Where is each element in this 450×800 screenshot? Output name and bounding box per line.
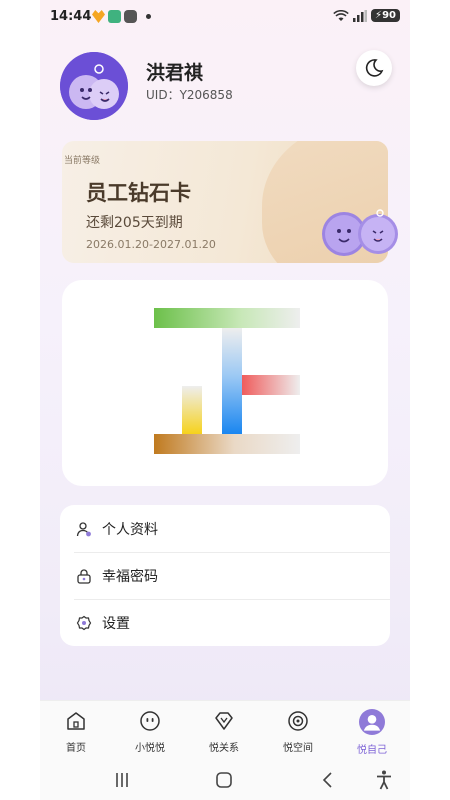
recent-apps-icon[interactable]: [110, 768, 134, 792]
app-notification-icon: [108, 10, 121, 23]
avatar-icon: [359, 709, 385, 735]
app-screen: 14:44 ⚡90 洪君祺 UID：Y206858 当前等级 员工钻石卡 还剩2…: [40, 0, 410, 800]
battery-indicator: ⚡90: [371, 9, 400, 22]
status-bar: 14:44 ⚡90: [40, 0, 410, 34]
nav-label-home: 首页: [66, 743, 86, 754]
nav-item-relations[interactable]: 悦关系: [194, 709, 254, 754]
back-icon[interactable]: [316, 768, 340, 792]
more-dot-icon: [146, 14, 151, 19]
settings-menu: 个人资料 幸福密码 设置: [60, 505, 390, 646]
menu-label-settings: 设置: [102, 615, 130, 632]
user-name: 洪君祺: [146, 62, 204, 84]
menu-label-password: 幸福密码: [102, 568, 158, 585]
nav-label-xiaoyueyue: 小悦悦: [135, 743, 165, 754]
menu-item-settings[interactable]: 设置: [60, 599, 390, 646]
menu-label-profile: 个人资料: [102, 521, 158, 538]
message-icon: [124, 10, 137, 23]
card-title: 员工钻石卡: [86, 181, 191, 205]
diamond-icon: [215, 712, 233, 730]
nav-label-relations: 悦关系: [209, 743, 239, 754]
system-status-icons: ⚡90: [333, 9, 400, 22]
lock-icon: [77, 568, 91, 584]
card-level-label: 当前等级: [64, 156, 101, 166]
menu-item-password[interactable]: 幸福密码: [60, 552, 390, 599]
battery-level: 90: [382, 10, 396, 21]
nav-item-self[interactable]: 悦自己: [342, 709, 402, 756]
accessibility-icon[interactable]: [372, 768, 396, 792]
menu-item-profile[interactable]: 个人资料: [60, 505, 390, 552]
bottom-nav: 首页 小悦悦 悦关系 悦空间 悦自己: [40, 700, 410, 760]
nav-label-self: 悦自己: [357, 745, 387, 756]
nav-label-space: 悦空间: [283, 743, 313, 754]
avatar[interactable]: [60, 52, 128, 120]
notification-icons: [92, 10, 151, 23]
signal-icon: [353, 9, 368, 22]
card-remaining: 还剩205天到期: [86, 215, 183, 231]
target-icon: [288, 711, 308, 731]
home-button-icon[interactable]: [212, 768, 236, 792]
wifi-icon: [333, 9, 349, 21]
moon-icon: [365, 59, 384, 77]
person-icon: [76, 521, 91, 536]
nav-item-home[interactable]: 首页: [46, 709, 106, 754]
system-nav-bar: [40, 760, 410, 800]
status-time: 14:44: [50, 9, 92, 24]
nav-item-xiaoyueyue[interactable]: 小悦悦: [120, 709, 180, 754]
nav-item-space[interactable]: 悦空间: [268, 709, 328, 754]
face-icon: [140, 711, 160, 731]
settings-icon: [76, 615, 92, 630]
mascot-avatar-icon: [60, 52, 128, 120]
brand-logo-icon: [154, 308, 300, 454]
heart-app-icon: [92, 10, 105, 23]
home-icon: [67, 712, 85, 730]
user-uid: UID：Y206858: [146, 88, 233, 102]
card-period: 2026.01.20-2027.01.20: [86, 238, 216, 251]
dark-mode-toggle[interactable]: [356, 50, 392, 86]
card-mascot-icon: [322, 209, 398, 256]
